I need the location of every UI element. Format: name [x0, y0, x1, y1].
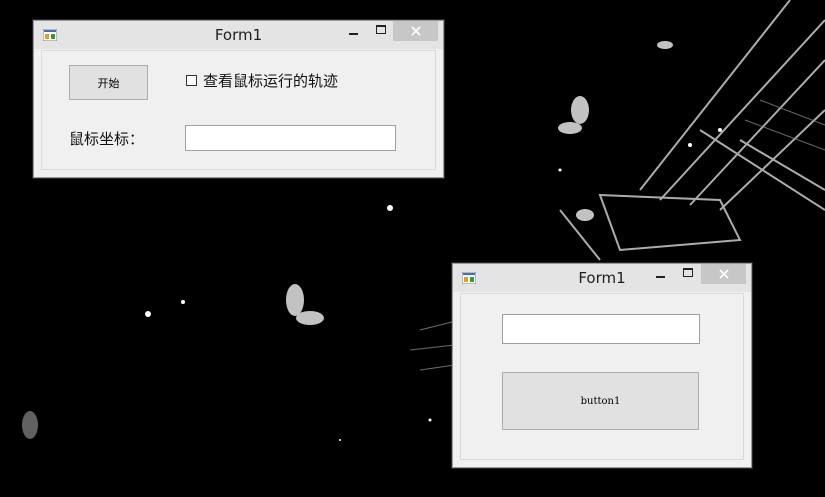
maximize-button[interactable]	[674, 264, 701, 285]
input-textbox[interactable]	[502, 314, 700, 344]
track-mouse-checkbox[interactable]	[186, 75, 197, 86]
mouse-coord-label: 鼠标坐标：	[69, 130, 145, 148]
start-button[interactable]: 开始	[69, 65, 148, 100]
winform-app-icon	[43, 29, 57, 41]
close-button[interactable]	[393, 21, 438, 41]
client-area: button1	[460, 293, 744, 460]
form1-window-secondary: Form1 button1	[452, 263, 752, 468]
close-icon	[718, 269, 729, 279]
title-bar[interactable]: Form1	[453, 264, 751, 292]
mouse-coord-textbox[interactable]	[185, 125, 396, 151]
minimize-button[interactable]	[647, 264, 674, 285]
maximize-button[interactable]	[367, 21, 394, 42]
title-bar[interactable]: Form1	[34, 21, 443, 49]
form1-window-main: Form1 开始 查看鼠标运行的轨迹 鼠标坐标：	[33, 20, 444, 178]
minimize-icon	[349, 32, 358, 35]
maximize-icon	[682, 268, 693, 277]
client-area: 开始 查看鼠标运行的轨迹 鼠标坐标：	[41, 50, 436, 170]
button1[interactable]: button1	[502, 372, 699, 430]
minimize-icon	[656, 275, 665, 278]
close-icon	[410, 26, 421, 36]
track-mouse-checkbox-label[interactable]: 查看鼠标运行的轨迹	[203, 70, 338, 91]
maximize-icon	[375, 25, 386, 34]
minimize-button[interactable]	[340, 21, 367, 42]
close-button[interactable]	[701, 264, 746, 284]
winform-app-icon	[462, 272, 476, 284]
